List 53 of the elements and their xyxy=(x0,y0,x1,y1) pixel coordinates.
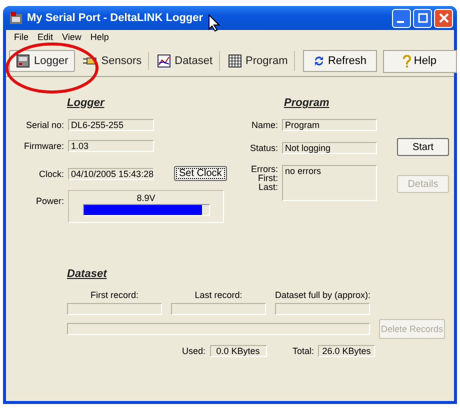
field-label: Clock: xyxy=(38,168,64,178)
field-label: Status: xyxy=(248,143,278,153)
readonly-field: Program xyxy=(282,119,377,131)
field-label: Name: xyxy=(250,120,278,130)
grid-icon xyxy=(228,54,242,68)
field-label: First: xyxy=(257,174,278,183)
field-label: Serial no: xyxy=(24,120,64,130)
start-button[interactable]: Start xyxy=(397,138,449,156)
toolbar-button[interactable]: Refresh xyxy=(302,50,377,72)
toolbar-tab[interactable]: Logger xyxy=(9,50,76,72)
column-label: Dataset full by (approx): xyxy=(275,290,371,300)
power-reading: 8.9V xyxy=(136,193,156,203)
mouse-pointer-icon xyxy=(208,14,220,32)
maximize-button[interactable] xyxy=(413,8,432,28)
menu-item[interactable]: File xyxy=(14,32,29,44)
menu-item[interactable]: View xyxy=(62,32,82,44)
field-label: Errors: xyxy=(250,165,278,174)
app-icon xyxy=(9,11,23,25)
maximize-icon xyxy=(418,13,428,23)
section-heading: Dataset xyxy=(67,268,107,280)
field-label: Power: xyxy=(34,196,64,206)
minimize-button[interactable] xyxy=(392,8,411,28)
toolbar-tab[interactable]: Program xyxy=(222,51,295,71)
column-label: Last record: xyxy=(194,290,242,300)
minimize-icon xyxy=(397,21,404,23)
field-label: Firmware: xyxy=(23,141,64,151)
field-label: Last: xyxy=(257,183,278,192)
window-title: My Serial Port - DeltaLINK Logger xyxy=(27,12,204,24)
readonly-field: DL6-255-255 xyxy=(68,119,154,131)
chart-icon xyxy=(156,54,171,68)
readonly-field: 0.0 KBytes xyxy=(210,345,267,357)
section-heading: Logger xyxy=(67,97,104,109)
close-button[interactable] xyxy=(434,8,453,28)
toolbar-button[interactable]: Help xyxy=(382,50,457,72)
close-icon xyxy=(438,13,448,23)
menu-item[interactable]: Help xyxy=(90,32,109,44)
errors-field: no errors xyxy=(282,165,377,201)
refresh-icon xyxy=(312,55,325,67)
field-label: Total: xyxy=(292,346,314,356)
readonly-field: Not logging xyxy=(282,142,377,154)
plug-icon xyxy=(83,55,98,67)
set-clock-button[interactable]: Set Clock xyxy=(174,166,227,181)
toolbar-tab[interactable]: Sensors xyxy=(77,52,149,70)
device-icon xyxy=(16,54,30,68)
readonly-field: 04/10/2005 15:43:28 xyxy=(68,168,154,180)
section-heading: Program xyxy=(284,97,330,109)
question-mark-icon xyxy=(402,54,411,68)
toolbar-tab[interactable]: Dataset xyxy=(150,51,220,71)
readonly-field: 26.0 KBytes xyxy=(318,345,376,357)
column-label: First record: xyxy=(90,290,138,300)
menu-item[interactable]: Edit xyxy=(38,32,54,44)
field-label: Used: xyxy=(182,346,206,356)
readonly-field: 1.03 xyxy=(68,140,154,152)
